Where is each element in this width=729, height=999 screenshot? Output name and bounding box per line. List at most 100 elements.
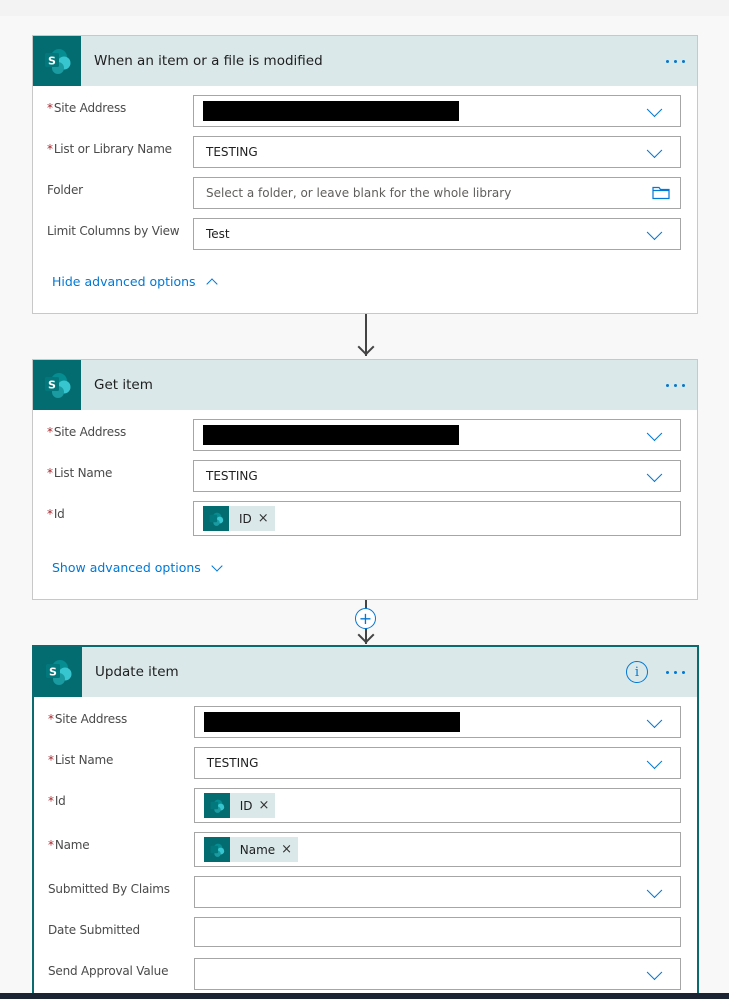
link-label: Hide advanced options	[52, 274, 196, 289]
field-label: Submitted By Claims	[48, 882, 170, 896]
card-title: Get item	[94, 377, 153, 393]
remove-token-icon[interactable]: ×	[281, 842, 298, 857]
limit-columns-dropdown[interactable]: Test	[193, 218, 681, 250]
required-marker: *	[48, 753, 54, 767]
field-row-limit-columns: Limit Columns by View Test	[47, 218, 681, 259]
field-label: Site Address	[54, 712, 128, 726]
folder-icon[interactable]	[652, 186, 670, 200]
sharepoint-icon	[203, 793, 230, 818]
list-name-dropdown[interactable]: TESTING	[193, 460, 681, 492]
chevron-down-icon[interactable]	[646, 425, 663, 442]
dynamic-content-token[interactable]: ID ×	[203, 793, 276, 818]
chevron-down-icon[interactable]	[646, 224, 663, 241]
required-marker: *	[47, 507, 53, 521]
field-value: TESTING	[206, 145, 258, 159]
chevron-down-icon[interactable]	[646, 882, 663, 899]
dynamic-content-token[interactable]: Name ×	[203, 837, 299, 862]
required-marker: *	[47, 101, 53, 115]
card-title: When an item or a file is modified	[94, 53, 323, 69]
action-card-update-item[interactable]: S Update item i *Site Address *List Name…	[32, 645, 699, 999]
chevron-down-icon[interactable]	[646, 142, 663, 159]
sharepoint-icon	[203, 837, 230, 862]
action-card-get-item[interactable]: S Get item *Site Address *List Name TEST…	[32, 359, 698, 600]
site-address-dropdown[interactable]	[193, 95, 681, 127]
more-options-button[interactable]	[666, 59, 685, 63]
hide-advanced-options-link[interactable]: Hide advanced options	[52, 274, 218, 290]
field-row-list-name: *List Name TESTING	[48, 747, 681, 788]
canvas-top-bar	[0, 0, 729, 16]
field-row-site-address: *Site Address	[47, 95, 681, 136]
card-header[interactable]: S Update item i	[34, 647, 697, 697]
dynamic-content-token[interactable]: ID ×	[203, 506, 275, 531]
field-label: Date Submitted	[48, 923, 140, 937]
site-address-dropdown[interactable]	[193, 706, 681, 738]
link-label: Show advanced options	[52, 560, 201, 575]
sharepoint-icon: S	[33, 36, 81, 86]
token-label: Name	[239, 842, 276, 857]
field-label: Name	[54, 838, 90, 852]
submitted-by-claims-dropdown[interactable]	[193, 876, 681, 908]
arrow-down-icon	[357, 626, 375, 644]
remove-token-icon[interactable]: ×	[258, 511, 275, 526]
redacted-value	[203, 101, 459, 121]
chevron-down-icon[interactable]	[646, 753, 663, 770]
sharepoint-icon: S	[34, 647, 82, 697]
chevron-down-icon[interactable]	[646, 466, 663, 483]
field-row-date-submitted: Date Submitted	[48, 917, 681, 958]
field-value: TESTING	[206, 756, 259, 770]
plus-icon: +	[358, 608, 373, 628]
card-header[interactable]: S Get item	[33, 360, 697, 410]
field-label: Id	[53, 507, 65, 521]
date-submitted-input[interactable]	[193, 917, 681, 947]
field-row-site-address: *Site Address	[48, 706, 681, 747]
card-title: Update item	[95, 664, 179, 680]
token-label: ID	[239, 798, 253, 813]
field-row-id: *Id ID ×	[48, 788, 681, 832]
chevron-down-icon[interactable]	[646, 101, 663, 118]
field-label: List or Library Name	[53, 142, 172, 156]
send-approval-value-dropdown[interactable]	[193, 958, 681, 990]
chevron-down-icon[interactable]	[646, 712, 663, 729]
chevron-down-icon[interactable]	[646, 964, 663, 981]
chevron-down-icon	[211, 559, 223, 572]
field-label: Limit Columns by View	[47, 224, 180, 238]
folder-input[interactable]: Select a folder, or leave blank for the …	[193, 177, 681, 209]
field-row-site-address: *Site Address	[47, 419, 681, 460]
field-value: TESTING	[206, 469, 258, 483]
field-row-folder: Folder Select a folder, or leave blank f…	[47, 177, 681, 218]
list-name-dropdown[interactable]: TESTING	[193, 136, 681, 168]
field-placeholder: Select a folder, or leave blank for the …	[206, 186, 512, 200]
field-row-name: *Name Name ×	[48, 832, 681, 876]
taskbar-strip	[0, 993, 729, 999]
list-name-dropdown[interactable]: TESTING	[193, 747, 681, 779]
field-row-id: *Id ID ×	[47, 501, 681, 545]
redacted-value	[203, 712, 460, 732]
name-input[interactable]: Name ×	[193, 832, 681, 867]
remove-token-icon[interactable]: ×	[259, 798, 276, 813]
field-label: Site Address	[53, 101, 127, 115]
field-label: Site Address	[53, 425, 127, 439]
token-label: ID	[239, 511, 252, 526]
field-row-submitted-by-claims: Submitted By Claims	[48, 876, 681, 917]
trigger-card-item-modified[interactable]: S When an item or a file is modified *Si…	[32, 35, 698, 314]
more-options-button[interactable]	[666, 670, 685, 674]
info-icon[interactable]: i	[626, 661, 648, 683]
field-label: Send Approval Value	[48, 964, 169, 978]
field-value: Test	[206, 227, 230, 241]
required-marker: *	[47, 425, 53, 439]
id-input[interactable]: ID ×	[193, 501, 681, 536]
field-label: Folder	[47, 183, 83, 197]
required-marker: *	[47, 466, 53, 480]
show-advanced-options-link[interactable]: Show advanced options	[52, 559, 223, 575]
more-options-button[interactable]	[666, 383, 685, 387]
required-marker: *	[47, 142, 53, 156]
field-row-list-name: *List Name TESTING	[47, 460, 681, 501]
chevron-up-icon	[205, 277, 218, 290]
svg-text:S: S	[49, 666, 57, 679]
site-address-dropdown[interactable]	[193, 419, 681, 451]
sharepoint-icon	[203, 506, 229, 531]
field-label: List Name	[53, 466, 113, 480]
redacted-value	[203, 425, 459, 445]
card-header[interactable]: S When an item or a file is modified	[33, 36, 697, 86]
id-input[interactable]: ID ×	[193, 788, 681, 823]
